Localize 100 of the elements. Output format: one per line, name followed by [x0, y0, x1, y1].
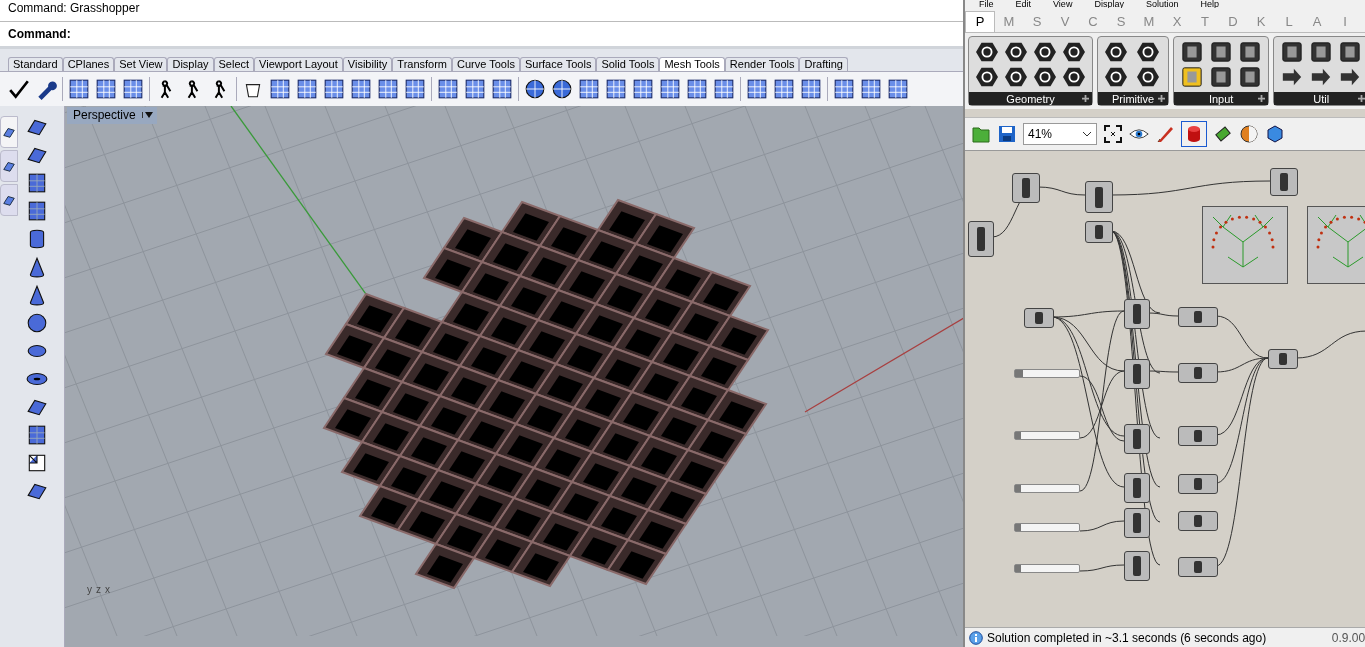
- component-tab[interactable]: P: [965, 11, 995, 32]
- grid-panel-icon[interactable]: [887, 78, 909, 100]
- hexagon-icon[interactable]: [1004, 41, 1028, 63]
- hexagon-icon[interactable]: [1062, 41, 1086, 63]
- checkmark-icon[interactable]: [8, 78, 30, 100]
- number-slider[interactable]: [1015, 370, 1023, 377]
- hexagon-icon[interactable]: [975, 41, 999, 63]
- component-node[interactable]: [1270, 168, 1298, 196]
- hexagon-icon[interactable]: [1062, 66, 1086, 88]
- number-slider[interactable]: [1015, 565, 1022, 572]
- surface-icon[interactable]: [2, 159, 16, 173]
- component-node[interactable]: [1085, 181, 1113, 213]
- corner-icon[interactable]: [26, 452, 48, 474]
- grid-panel-icon[interactable]: [632, 78, 654, 100]
- toolbar-tab[interactable]: Select: [213, 57, 255, 71]
- grid-panel-icon[interactable]: [437, 78, 459, 100]
- grid-panel-icon[interactable]: [773, 78, 795, 100]
- zoom-extents-icon[interactable]: [1103, 124, 1123, 144]
- sphere-icon[interactable]: [524, 78, 546, 100]
- grid-panel-icon[interactable]: [860, 78, 882, 100]
- grid-panel-icon[interactable]: [746, 78, 768, 100]
- sphere-icon[interactable]: [551, 78, 573, 100]
- hexagon-icon[interactable]: [1104, 66, 1128, 88]
- grid-panel-icon[interactable]: [713, 78, 735, 100]
- grid-panel-icon[interactable]: [800, 78, 822, 100]
- viewport-title[interactable]: Perspective: [67, 107, 157, 124]
- component-node[interactable]: [968, 221, 994, 257]
- wrench-icon[interactable]: [35, 78, 57, 100]
- grid-panel-icon[interactable]: [578, 78, 600, 100]
- hexagon-icon[interactable]: [1265, 124, 1285, 144]
- number-slider[interactable]: [1015, 524, 1022, 531]
- toolbar-tab[interactable]: CPlanes: [62, 57, 115, 71]
- component-node[interactable]: [1124, 508, 1150, 538]
- toolbar-tab[interactable]: Solid Tools: [596, 57, 660, 71]
- grid-panel-icon[interactable]: [377, 78, 399, 100]
- component-node[interactable]: [1012, 173, 1040, 203]
- menu-item[interactable]: Edit: [1015, 0, 1032, 8]
- grid-panel-icon[interactable]: [95, 78, 117, 100]
- hexagon-icon[interactable]: [1033, 66, 1057, 88]
- toolbar-tab[interactable]: Display: [167, 57, 214, 71]
- toolbar-tab[interactable]: Mesh Tools: [659, 57, 725, 71]
- number-slider[interactable]: [1015, 485, 1022, 492]
- hexagon-icon[interactable]: [1135, 41, 1160, 63]
- grid-panel-icon[interactable]: [122, 78, 144, 100]
- component-node[interactable]: [1178, 511, 1218, 531]
- plus-icon[interactable]: [1082, 95, 1089, 102]
- toolbar-tab[interactable]: Render Tools: [724, 57, 800, 71]
- plus-icon[interactable]: [1158, 95, 1166, 102]
- grid-panel-icon[interactable]: [464, 78, 486, 100]
- toolbar-tab[interactable]: Drafting: [799, 57, 848, 71]
- component-node[interactable]: [1268, 349, 1298, 369]
- component-node[interactable]: [1178, 557, 1218, 577]
- toolbar-tab[interactable]: Set View: [114, 57, 168, 71]
- hexagon-icon[interactable]: [1004, 66, 1028, 88]
- zoom-dropdown[interactable]: 41%: [1023, 123, 1097, 145]
- menu-item[interactable]: Solution: [1145, 0, 1179, 8]
- surface-icon[interactable]: [2, 125, 16, 139]
- hexagon-icon[interactable]: [1104, 41, 1128, 63]
- hexagon-icon[interactable]: [1135, 66, 1160, 88]
- grid-panel-icon[interactable]: [26, 172, 48, 194]
- component-node[interactable]: [1178, 474, 1218, 494]
- grid-panel-icon[interactable]: [296, 78, 318, 100]
- component-node[interactable]: [1124, 299, 1150, 329]
- surface-icon[interactable]: [2, 193, 16, 207]
- component-node[interactable]: [1085, 221, 1113, 243]
- plus-icon[interactable]: [1258, 95, 1266, 102]
- component-node[interactable]: [1124, 359, 1150, 389]
- component-node[interactable]: [1124, 551, 1150, 581]
- grid-panel-icon[interactable]: [605, 78, 627, 100]
- menu-item[interactable]: Help: [1200, 0, 1219, 8]
- grid-panel-icon[interactable]: [833, 78, 855, 100]
- folder-icon[interactable]: [971, 124, 991, 144]
- toolbar-tab[interactable]: Viewport Layout: [254, 57, 343, 71]
- component-node[interactable]: [1124, 424, 1150, 454]
- grid-panel-icon[interactable]: [686, 78, 708, 100]
- menu-item[interactable]: View: [1053, 0, 1073, 8]
- toolbar-tab[interactable]: Curve Tools: [452, 57, 520, 71]
- menu-item[interactable]: Display: [1094, 0, 1124, 8]
- menu-item[interactable]: File: [979, 0, 994, 8]
- plus-icon[interactable]: [1358, 95, 1365, 102]
- grid-panel-icon[interactable]: [269, 78, 291, 100]
- component-node[interactable]: [1178, 307, 1218, 327]
- component-node[interactable]: [1024, 308, 1054, 328]
- toolbar-tab[interactable]: Surface Tools: [519, 57, 597, 71]
- command-prompt[interactable]: Command:: [0, 22, 963, 46]
- hexagon-icon[interactable]: [1033, 41, 1057, 63]
- component-node[interactable]: [1124, 473, 1150, 503]
- toolbar-tab[interactable]: Transform: [392, 57, 453, 71]
- toolbar-tab[interactable]: Standard: [8, 57, 63, 71]
- sphere-icon[interactable]: [1239, 124, 1259, 144]
- grid-panel-icon[interactable]: [350, 78, 372, 100]
- grid-panel-icon[interactable]: [659, 78, 681, 100]
- pencil-icon[interactable]: [1155, 124, 1175, 144]
- grid-panel-icon[interactable]: [404, 78, 426, 100]
- number-slider[interactable]: [1015, 432, 1022, 439]
- component-node[interactable]: [1178, 426, 1218, 446]
- toolbar-tab[interactable]: Visibility: [342, 57, 393, 71]
- grid-panel-icon[interactable]: [491, 78, 513, 100]
- component-node[interactable]: [1178, 363, 1218, 383]
- sphere-icon[interactable]: [26, 312, 48, 334]
